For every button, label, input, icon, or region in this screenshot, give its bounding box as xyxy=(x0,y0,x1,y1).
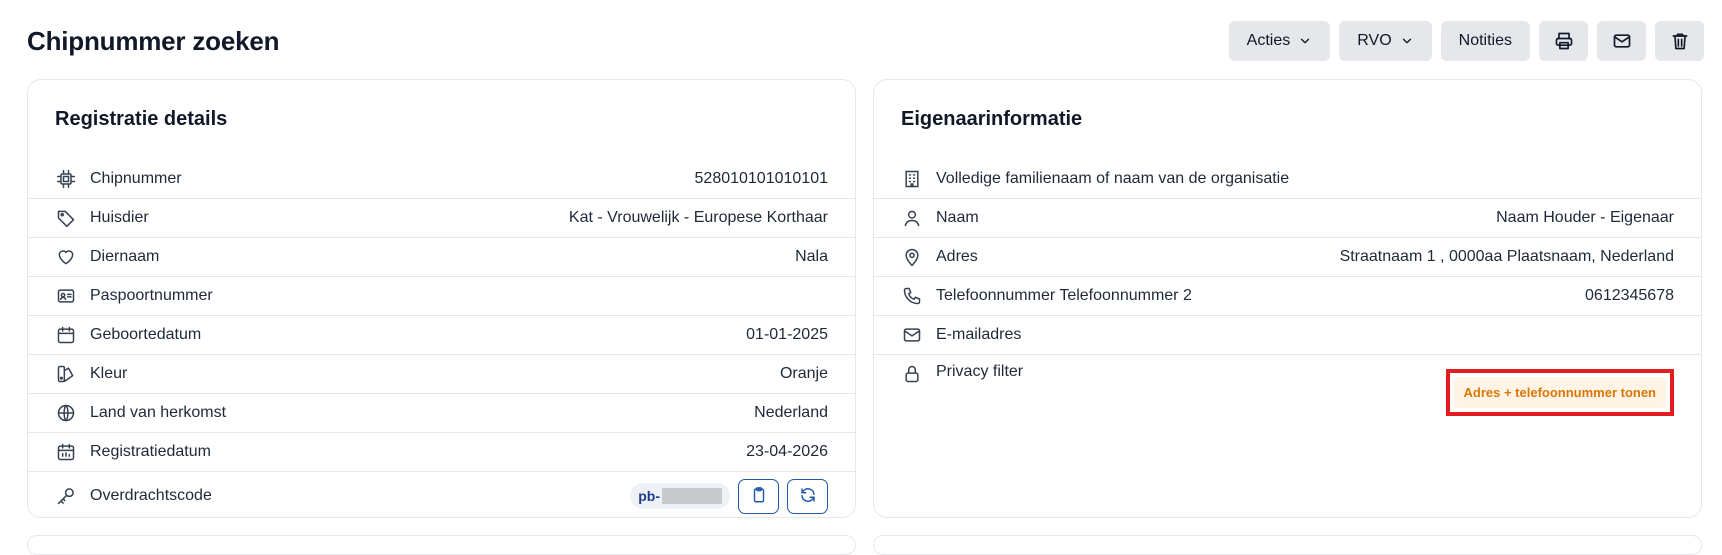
refresh-code-button[interactable] xyxy=(787,478,828,514)
next-card-right xyxy=(873,535,1702,555)
row-label: Adres xyxy=(936,248,978,265)
row-label: Geboortedatum xyxy=(90,326,202,343)
redacted-code-mask xyxy=(662,488,722,504)
row-overdrachtscode: Overdrachtscode pb- xyxy=(28,472,855,517)
registration-details-card: Registratie details Chipnummer 528010101… xyxy=(27,79,856,518)
row-value: Oranje xyxy=(779,365,828,382)
row-chipnummer: Chipnummer 528010101010101 xyxy=(28,160,855,199)
row-organisatie: Volledige familienaam of naam van de org… xyxy=(874,160,1701,199)
row-label: Huisdier xyxy=(90,209,149,226)
row-label: Paspoortnummer xyxy=(90,287,213,304)
row-kleur: Kleur Oranje xyxy=(28,355,855,394)
registration-card-title: Registratie details xyxy=(55,108,228,130)
row-label: Chipnummer xyxy=(90,170,182,187)
row-value: Naam Houder - Eigenaar xyxy=(1496,209,1674,226)
notities-label: Notities xyxy=(1458,32,1512,49)
page-header: Chipnummer zoeken Acties RVO Notities xyxy=(27,20,1704,62)
rvo-label: RVO xyxy=(1357,32,1392,49)
row-value: Straatnaam 1 , 0000aa Plaatsnaam, Nederl… xyxy=(1339,248,1674,265)
row-label: Kleur xyxy=(90,365,128,382)
owner-rows: Volledige familienaam of naam van de org… xyxy=(874,160,1701,416)
owner-information-card: Eigenaarinformatie Volledige familienaam… xyxy=(873,79,1702,518)
chevron-down-icon xyxy=(1298,34,1312,48)
row-privacy-filter: Privacy filter Adres + telefoonnummer to… xyxy=(874,355,1701,416)
notities-button[interactable]: Notities xyxy=(1440,21,1530,61)
row-adres: Adres Straatnaam 1 , 0000aa Plaatsnaam, … xyxy=(874,238,1701,277)
trash-icon xyxy=(1670,31,1690,51)
delete-button[interactable] xyxy=(1655,21,1704,61)
row-label: Volledige familienaam of naam van de org… xyxy=(936,170,1290,187)
palette-icon xyxy=(55,363,77,385)
mail-icon xyxy=(901,324,923,346)
privacy-toggle-button[interactable]: Adres + telefoonnummer tonen xyxy=(1453,377,1666,408)
row-land-van-herkomst: Land van herkomst Nederland xyxy=(28,394,855,433)
row-paspoortnummer: Paspoortnummer xyxy=(28,277,855,316)
row-emailadres: E-mailadres xyxy=(874,316,1701,355)
overdrachtscode-value: pb- xyxy=(638,488,660,504)
map-pin-icon xyxy=(901,246,923,268)
owner-card-title: Eigenaarinformatie xyxy=(901,108,1083,130)
row-label: E-mailadres xyxy=(936,326,1022,343)
row-label: Diernaam xyxy=(90,248,160,265)
row-value: Nederland xyxy=(754,404,828,421)
calendar-icon xyxy=(55,324,77,346)
rvo-dropdown-button[interactable]: RVO xyxy=(1339,21,1432,61)
acties-label: Acties xyxy=(1246,32,1291,49)
heart-icon xyxy=(55,246,77,268)
mail-icon xyxy=(1612,31,1632,51)
row-huisdier: Huisdier Kat - Vrouwelijk - Europese Kor… xyxy=(28,199,855,238)
user-icon xyxy=(901,207,923,229)
row-value: 0612345678 xyxy=(1585,287,1674,304)
row-naam: Naam Naam Houder - Eigenaar xyxy=(874,199,1701,238)
row-value: 528010101010101 xyxy=(694,170,828,187)
row-label: Overdrachtscode xyxy=(90,487,212,504)
lock-icon xyxy=(901,363,923,385)
row-value: 23-04-2026 xyxy=(746,443,828,460)
row-label: Registratiedatum xyxy=(90,443,211,460)
calendar-grid-icon xyxy=(55,441,77,463)
row-value: Kat - Vrouwelijk - Europese Korthaar xyxy=(568,209,828,226)
id-card-icon xyxy=(55,285,77,307)
row-value: 01-01-2025 xyxy=(746,326,828,343)
phone-icon xyxy=(901,285,923,307)
row-label: Privacy filter xyxy=(936,363,1024,380)
header-actions: Acties RVO Notities xyxy=(1228,21,1704,61)
chip-icon xyxy=(55,168,77,190)
row-geboortedatum: Geboortedatum 01-01-2025 xyxy=(28,316,855,355)
printer-icon xyxy=(1554,31,1574,51)
chevron-down-icon xyxy=(1400,34,1414,48)
registration-rows: Chipnummer 528010101010101 Huisdier Kat … xyxy=(28,160,855,517)
row-registratiedatum: Registratiedatum 23-04-2026 xyxy=(28,433,855,472)
row-label: Land van herkomst xyxy=(90,404,227,421)
key-icon xyxy=(55,485,77,507)
email-button[interactable] xyxy=(1597,21,1646,61)
row-label: Naam xyxy=(936,209,979,226)
row-label: Telefoonnummer Telefoonnummer 2 xyxy=(936,287,1192,304)
copy-code-button[interactable] xyxy=(738,478,779,514)
overdrachtscode-controls: pb- xyxy=(630,478,828,514)
print-button[interactable] xyxy=(1539,21,1588,61)
refresh-icon xyxy=(799,486,817,507)
page-title: Chipnummer zoeken xyxy=(27,25,280,56)
tag-icon xyxy=(55,207,77,229)
acties-dropdown-button[interactable]: Acties xyxy=(1228,21,1331,61)
row-value: Nala xyxy=(795,248,828,265)
globe-icon xyxy=(55,402,77,424)
building-icon xyxy=(901,168,923,190)
clipboard-icon xyxy=(750,486,768,507)
overdrachtscode-chip: pb- xyxy=(630,483,730,509)
row-diernaam: Diernaam Nala xyxy=(28,238,855,277)
next-card-left xyxy=(27,535,856,555)
privacy-badge-highlight: Adres + telefoonnummer tonen xyxy=(1445,369,1674,416)
row-telefoonnummer: Telefoonnummer Telefoonnummer 2 06123456… xyxy=(874,277,1701,316)
